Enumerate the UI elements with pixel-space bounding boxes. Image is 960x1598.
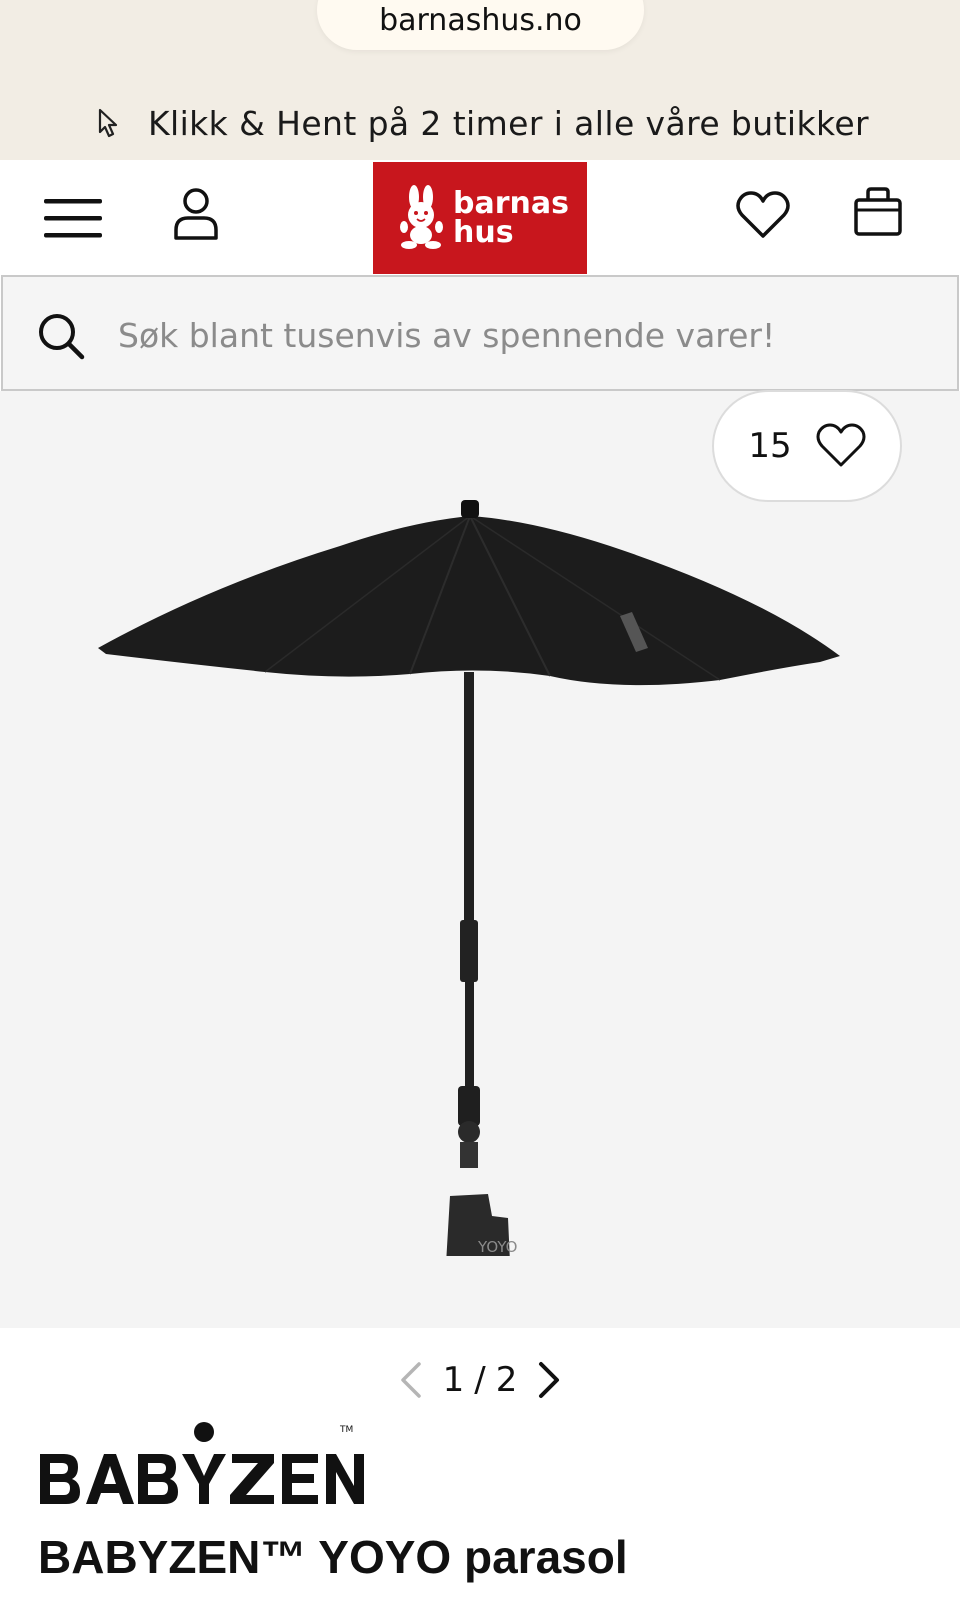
- browser-top-bar: barnashus.no Klikk & Hent på 2 timer i a…: [0, 0, 960, 160]
- address-bar-url: barnashus.no: [379, 3, 582, 38]
- heart-icon[interactable]: [735, 190, 791, 240]
- shopping-bag-icon[interactable]: [852, 186, 904, 238]
- clamp-yoyo-marking: YOYO: [477, 1238, 517, 1256]
- pager-separator: /: [474, 1360, 486, 1400]
- favorite-count: 15: [748, 426, 792, 466]
- pager-total: 2: [495, 1360, 518, 1400]
- user-icon[interactable]: [172, 186, 220, 242]
- logo-text-line1: barnas: [453, 186, 569, 221]
- image-pager: 1 / 2: [0, 1355, 960, 1405]
- svg-text:TM: TM: [339, 1425, 353, 1435]
- promo-text: Klikk & Hent på 2 timer i alle våre buti…: [148, 103, 870, 143]
- site-logo[interactable]: barnas hus: [373, 162, 587, 274]
- menu-icon[interactable]: [42, 193, 104, 243]
- heart-icon: [816, 423, 866, 467]
- search-input[interactable]: [118, 307, 918, 363]
- chevron-left-icon[interactable]: [397, 1360, 425, 1400]
- product-image-gallery[interactable]: YOYO: [0, 391, 960, 1328]
- favorite-button[interactable]: 15: [712, 390, 902, 502]
- pager-text: 1 / 2: [443, 1360, 518, 1400]
- bunny-logo-icon: [400, 185, 443, 249]
- search-icon[interactable]: [37, 312, 85, 360]
- chevron-right-icon[interactable]: [535, 1360, 563, 1400]
- product-image-parasol: YOYO: [98, 500, 840, 1256]
- logo-text-line2: hus: [453, 215, 514, 250]
- cursor-pointer-icon: [98, 108, 118, 138]
- babyzen-brand-logo[interactable]: TM: [36, 1420, 366, 1510]
- promo-banner[interactable]: Klikk & Hent på 2 timer i alle våre buti…: [92, 98, 869, 148]
- search-bar: [1, 275, 959, 391]
- pager-current: 1: [442, 1360, 465, 1400]
- address-bar[interactable]: barnashus.no: [317, 0, 644, 50]
- product-title: BABYZEN™ YOYO parasol: [38, 1531, 628, 1583]
